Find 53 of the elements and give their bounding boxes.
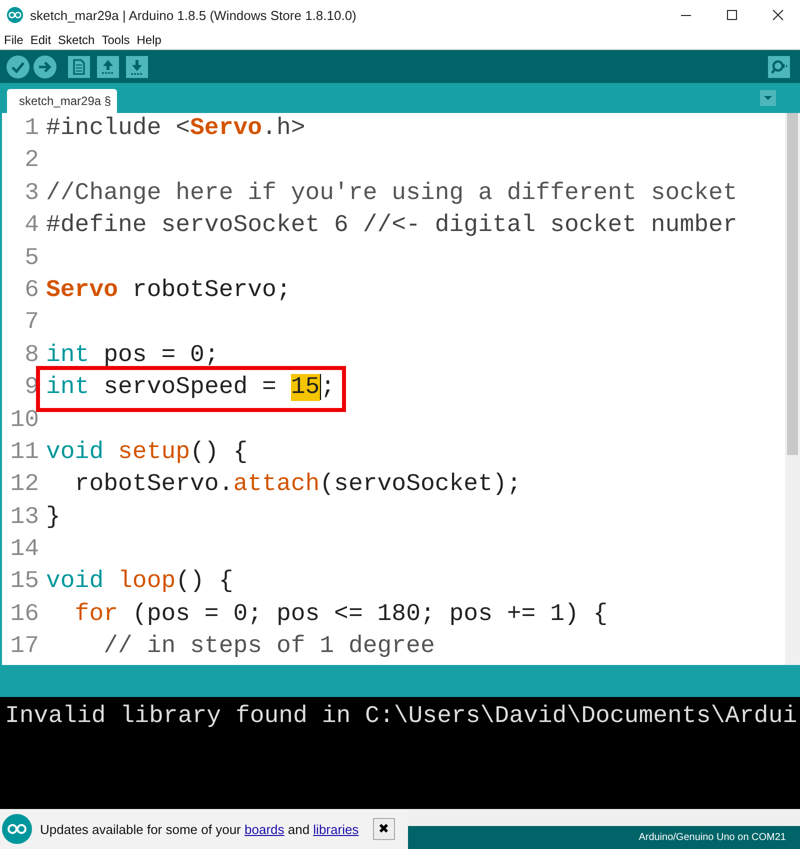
new-file-button[interactable] xyxy=(68,56,90,78)
line-number: 7 xyxy=(24,308,39,338)
close-button[interactable]: ✖ xyxy=(372,818,395,840)
line-number: 16 xyxy=(9,600,39,630)
serial-monitor-button[interactable] xyxy=(768,56,790,78)
menu-item[interactable]: Tools xyxy=(102,32,130,46)
arduino-logo-icon xyxy=(2,814,32,844)
open-button[interactable] xyxy=(97,56,119,78)
close-icon[interactable] xyxy=(772,9,784,21)
line-number: 11 xyxy=(9,438,39,468)
code-line: //Change here if you're using a different socket xyxy=(46,178,738,209)
code-line: robotServo.attach(servoSocket); xyxy=(74,470,522,500)
code-line: void setup() { xyxy=(46,438,248,468)
line-number: 2 xyxy=(24,146,39,176)
line-number: 17 xyxy=(9,632,39,662)
board-status: Arduino/Genuino Uno on COM21 xyxy=(638,832,786,843)
menu-item[interactable]: File xyxy=(4,32,24,46)
upload-button[interactable] xyxy=(33,54,57,78)
code-line: void loop() { xyxy=(46,567,234,598)
line-number: 14 xyxy=(9,535,39,566)
menu-item[interactable]: Help xyxy=(136,32,162,46)
code-line: for (pos = 0; pos <= 180; pos += 1) { xyxy=(74,600,608,630)
line-number: 13 xyxy=(9,502,39,533)
line-number: 4 xyxy=(24,211,39,242)
line-number: 15 xyxy=(9,567,39,598)
code-line: } xyxy=(46,502,60,533)
code-line: // in steps of 1 degree xyxy=(102,632,435,662)
link[interactable]: boards xyxy=(244,822,284,836)
menu-item[interactable]: Edit xyxy=(30,32,52,46)
code-line: Servo robotServo; xyxy=(46,276,291,306)
line-number: 6 xyxy=(24,276,39,306)
scrollbar[interactable] xyxy=(785,113,800,665)
line-number: 5 xyxy=(24,244,39,274)
save-button[interactable] xyxy=(126,56,148,78)
menu-item[interactable]: Sketch xyxy=(58,32,95,46)
code-line: int servoSpeed = 15; xyxy=(46,372,336,404)
code-line: #define servoSocket 6 //<- digital socket number xyxy=(46,211,738,242)
verify-button[interactable] xyxy=(6,54,30,78)
line-number: 12 xyxy=(9,470,39,500)
line-number: 3 xyxy=(24,178,39,209)
window-title: sketch_mar29a | Arduino 1.8.5 (Windows Store 1.8.10.0) xyxy=(30,8,356,22)
app-logo-icon xyxy=(6,6,24,24)
line-number: 1 xyxy=(24,114,39,144)
notification-text: Updates available for some of your boards and libraries xyxy=(40,822,359,836)
code-line: int pos = 0; xyxy=(46,340,219,371)
link[interactable]: libraries xyxy=(313,822,359,836)
editor-tab[interactable]: sketch_mar29a § xyxy=(7,89,118,113)
line-number: 8 xyxy=(24,340,39,371)
tab-menu-button[interactable] xyxy=(760,90,776,106)
console-text: Invalid library found in C:\Users\David\Documents\Ardui xyxy=(5,703,798,730)
line-number: 10 xyxy=(9,406,39,436)
maximize-icon[interactable] xyxy=(726,9,738,21)
code-line: #include <Servo.h> xyxy=(46,114,306,144)
